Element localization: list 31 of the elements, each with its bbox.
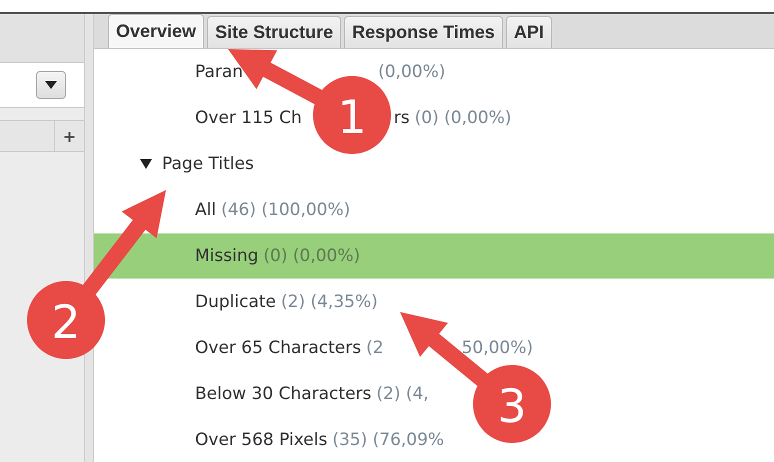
item-label[interactable]: Paran [195, 62, 244, 82]
callout-number: 1 [337, 90, 367, 144]
count-text: (35) (76,09% [332, 430, 444, 450]
caret-icon [45, 81, 57, 89]
tab[interactable]: Response Times [344, 16, 503, 48]
callout-number: 2 [51, 295, 81, 349]
selected-tree-row[interactable]: Missing (0) (0,00%) [94, 233, 774, 279]
expanded-triangle-icon[interactable] [140, 159, 152, 169]
item-label[interactable]: All [195, 200, 216, 220]
dropdown-button[interactable] [36, 71, 66, 99]
count-text: (0) (0,00%) [263, 246, 360, 266]
tab[interactable]: Overview [108, 14, 204, 48]
item-label[interactable]: rs [394, 108, 410, 128]
count-text: (2 [366, 338, 384, 358]
count-text: (0,00%) [378, 62, 446, 82]
tab[interactable]: API [506, 16, 552, 48]
count-text: 50,00%) [462, 338, 534, 358]
item-label[interactable]: Over 568 Pixels [195, 430, 328, 450]
count-text: (46) (100,00%) [221, 200, 350, 220]
item-label[interactable]: Duplicate [195, 292, 276, 312]
tree-group-label[interactable]: Page Titles [162, 154, 254, 174]
item-label[interactable]: Over 115 Ch [195, 108, 302, 128]
tab[interactable]: Site Structure [207, 16, 342, 48]
count-text: (2) (4, [376, 384, 429, 404]
count-text: (2) (4,35%) [281, 292, 378, 312]
item-label[interactable]: Below 30 Characters [195, 384, 372, 404]
callout-number: 3 [497, 379, 527, 433]
dropdown-field[interactable] [0, 63, 84, 108]
item-label: Missing [195, 246, 258, 266]
count-text: (0) (0,00%) [414, 108, 512, 128]
item-label[interactable]: Over 65 Characters [195, 338, 362, 358]
